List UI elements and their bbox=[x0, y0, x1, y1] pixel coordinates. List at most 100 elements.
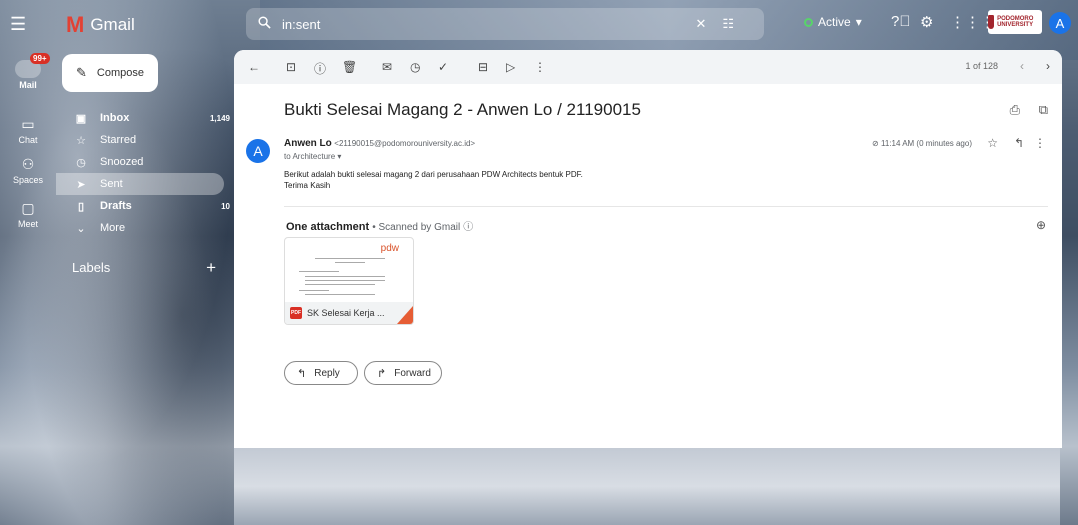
attachment-header: One attachment • Scanned by Gmail ⓘ bbox=[286, 221, 474, 233]
pdf-icon: PDF bbox=[290, 307, 302, 319]
labels-title: Labels bbox=[72, 260, 111, 275]
clear-search-icon[interactable]: ✕ bbox=[695, 16, 706, 32]
background-horizon bbox=[234, 448, 1060, 525]
status-selector[interactable]: Active ▾ bbox=[804, 15, 862, 29]
app-name: Gmail bbox=[90, 15, 135, 34]
scan-notice: Scanned by Gmail bbox=[378, 222, 461, 233]
report-spam-icon[interactable]: ⓘ bbox=[314, 60, 326, 77]
add-label-icon[interactable]: + bbox=[206, 258, 216, 278]
organization-logo-text: PODOMORO UNIVERSITY bbox=[997, 16, 1034, 28]
star-icon[interactable]: ☆ bbox=[987, 136, 998, 150]
sender-email: <21190015@podomorouniversity.ac.id> bbox=[334, 139, 476, 148]
chevron-down-icon: ▾ bbox=[337, 152, 342, 161]
add-task-icon[interactable]: ✓ bbox=[438, 60, 448, 74]
email-subject: Bukti Selesai Magang 2 - Anwen Lo / 2119… bbox=[284, 100, 641, 119]
spaces-icon: ⚇ bbox=[21, 156, 35, 172]
nav-item-drafts[interactable]: ▯ Drafts 10 bbox=[56, 195, 234, 217]
drafts-count: 10 bbox=[221, 201, 230, 211]
email-time: ⊘ 11:14 AM (0 minutes ago) bbox=[872, 139, 972, 148]
more-vert-icon[interactable]: ⋮ bbox=[534, 60, 546, 74]
email-timestamp: 11:14 AM (0 minutes ago) bbox=[880, 139, 972, 148]
attachment-brand-text: pdw bbox=[380, 243, 399, 254]
search-bar[interactable]: in:sent ✕ ☷ bbox=[246, 8, 764, 40]
preview-line bbox=[299, 290, 329, 291]
preview-line bbox=[305, 276, 385, 277]
organization-logo[interactable]: PODOMORO UNIVERSITY bbox=[988, 10, 1042, 34]
shield-icon bbox=[988, 15, 995, 29]
reply-icon[interactable]: ↰ bbox=[1014, 136, 1024, 150]
back-arrow-icon[interactable]: ← bbox=[248, 60, 260, 74]
add-to-drive-icon[interactable]: ⊕ bbox=[1036, 218, 1046, 232]
nav-item-label: Snoozed bbox=[100, 156, 144, 168]
forward-icon: ↱ bbox=[377, 367, 387, 380]
attachment-file-name: SK Selesai Kerja ... bbox=[307, 308, 385, 318]
reply-label: Reply bbox=[314, 367, 340, 379]
nav-item-more[interactable]: ⌄ More bbox=[56, 217, 234, 239]
file-corner-icon bbox=[397, 306, 413, 324]
label-icon[interactable]: ▷ bbox=[506, 60, 515, 74]
newer-chevron-icon[interactable]: ‹ bbox=[1020, 59, 1024, 73]
main-menu-icon[interactable]: ☰ bbox=[10, 14, 32, 35]
delete-icon[interactable]: 🗑 bbox=[342, 60, 357, 74]
mark-unread-icon[interactable]: ✉ bbox=[382, 60, 392, 74]
account-avatar[interactable]: A bbox=[1049, 12, 1071, 34]
compose-button[interactable]: ✎ Compose bbox=[62, 54, 158, 92]
send-icon: ➤ bbox=[76, 178, 86, 191]
nav-item-starred[interactable]: ☆ Starred bbox=[56, 129, 234, 151]
nav-item-sent[interactable]: ➤ Sent bbox=[56, 173, 224, 195]
unread-badge: 99+ bbox=[30, 53, 50, 64]
labels-section: Labels + bbox=[72, 258, 222, 278]
recipient-dropdown[interactable]: to Architecture ▾ bbox=[284, 152, 341, 161]
rail-mail[interactable]: 99+ Mail bbox=[0, 53, 56, 90]
chevron-down-icon: ⌄ bbox=[76, 222, 86, 235]
inbox-count: 1,149 bbox=[209, 113, 230, 123]
reply-icon: ↰ bbox=[297, 367, 307, 380]
print-icon[interactable]: ⎙ bbox=[1010, 102, 1020, 118]
pencil-icon: ✎ bbox=[76, 65, 87, 80]
preview-line bbox=[305, 284, 375, 285]
rail-meet[interactable]: ▢ Meet bbox=[0, 200, 56, 229]
info-icon[interactable]: ⓘ bbox=[463, 222, 473, 233]
search-input[interactable]: in:sent bbox=[282, 17, 695, 32]
email-toolbar: ← ⊡ ⓘ 🗑 ✉ ◷ ✓ ⊟ ▷ ⋮ 1 of 128 ‹ › bbox=[234, 50, 1062, 84]
rail-meet-label: Meet bbox=[17, 219, 38, 229]
rail-spaces-label: Spaces bbox=[12, 175, 44, 185]
email-body-line: Terima Kasih bbox=[284, 181, 331, 190]
older-chevron-icon[interactable]: › bbox=[1046, 59, 1050, 73]
forward-button[interactable]: ↱ Forward bbox=[364, 361, 442, 385]
preview-line bbox=[305, 280, 385, 281]
more-vert-icon[interactable]: ⋮ bbox=[1034, 136, 1046, 150]
search-icon[interactable] bbox=[258, 16, 272, 32]
rail-chat-label: Chat bbox=[18, 135, 38, 145]
rail-spaces[interactable]: ⚇ Spaces bbox=[0, 156, 56, 185]
folder-list: ▣ Inbox 1,149 ☆ Starred ◷ Snoozed ➤ Sent… bbox=[56, 107, 234, 239]
gmail-logo[interactable]: M Gmail bbox=[66, 12, 135, 38]
attachment-count: One attachment bbox=[286, 221, 370, 233]
preview-line bbox=[305, 294, 375, 295]
settings-gear-icon[interactable]: ⚙ bbox=[920, 13, 933, 31]
archive-icon[interactable]: ⊡ bbox=[286, 60, 296, 74]
rail-chat[interactable]: ▭ Chat bbox=[0, 116, 56, 145]
preview-line bbox=[299, 271, 339, 272]
sender-avatar[interactable]: A bbox=[246, 139, 270, 163]
preview-line bbox=[335, 262, 365, 263]
nav-item-label: Drafts bbox=[100, 200, 132, 212]
sender-name[interactable]: Anwen Lo bbox=[284, 138, 332, 149]
reply-button[interactable]: ↰ Reply bbox=[284, 361, 358, 385]
nav-item-snoozed[interactable]: ◷ Snoozed bbox=[56, 151, 234, 173]
snooze-icon[interactable]: ◷ bbox=[410, 60, 420, 74]
clock-icon: ◷ bbox=[76, 156, 86, 169]
nav-item-inbox[interactable]: ▣ Inbox 1,149 bbox=[56, 107, 234, 129]
inbox-icon: ▣ bbox=[75, 112, 87, 125]
active-status-icon bbox=[804, 17, 813, 27]
compose-label: Compose bbox=[96, 67, 144, 79]
help-icon[interactable]: ?⃝ bbox=[891, 13, 911, 30]
attachment-thumbnail[interactable]: pdw PDF SK Selesai Kerja ... bbox=[284, 237, 414, 325]
open-new-window-icon[interactable]: ⧉ bbox=[1039, 102, 1048, 118]
attachment-footer: PDF SK Selesai Kerja ... bbox=[285, 302, 413, 324]
forward-label: Forward bbox=[394, 367, 431, 379]
pagination-text: 1 of 128 bbox=[965, 61, 998, 71]
search-options-icon[interactable]: ☷ bbox=[722, 16, 734, 32]
email-view: ← ⊡ ⓘ 🗑 ✉ ◷ ✓ ⊟ ▷ ⋮ 1 of 128 ‹ › Bukti S… bbox=[234, 50, 1062, 448]
move-to-icon[interactable]: ⊟ bbox=[478, 60, 488, 74]
